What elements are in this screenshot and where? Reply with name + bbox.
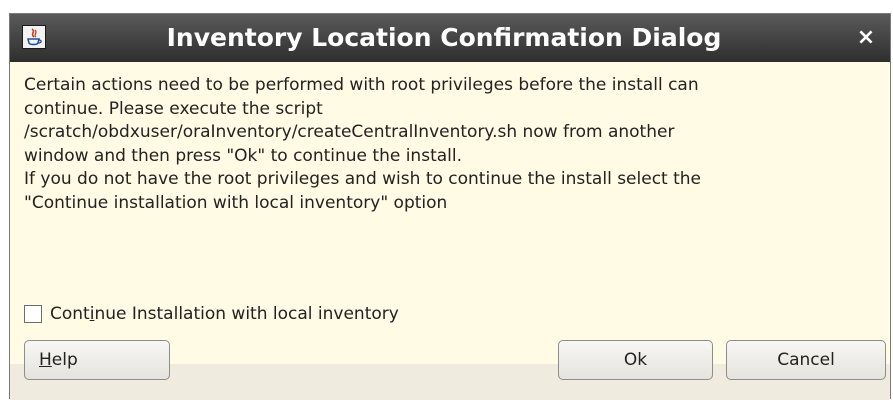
local-inventory-checkbox[interactable] <box>24 305 42 323</box>
local-inventory-option[interactable]: Continue Installation with local invento… <box>24 303 399 325</box>
java-app-icon <box>22 25 46 49</box>
checkbox-label-part: nue Installation with local inventory <box>94 304 399 324</box>
checkbox-label-part: Cont <box>50 304 90 324</box>
button-bar: Help Ok Cancel <box>10 340 890 400</box>
title-bar[interactable]: Inventory Location Confirmation Dialog × <box>10 14 890 62</box>
message-line: If you do not have the root privileges a… <box>24 169 702 190</box>
message-line: /scratch/obdxuser/oraInventory/createCen… <box>24 122 675 143</box>
ok-button[interactable]: Ok <box>558 340 713 380</box>
help-label: elp <box>51 350 78 370</box>
message-line: continue. Please execute the script <box>24 98 323 119</box>
help-mnemonic: H <box>39 350 52 370</box>
close-icon[interactable]: × <box>854 14 878 62</box>
checkbox-label[interactable]: Continue Installation with local invento… <box>50 304 399 324</box>
dialog-title: Inventory Location Confirmation Dialog <box>166 23 722 52</box>
message-text: Certain actions need to be performed wit… <box>24 74 864 216</box>
message-line: "Continue installation with local invent… <box>24 192 448 213</box>
message-line: window and then press "Ok" to continue t… <box>24 145 462 166</box>
message-line: Certain actions need to be performed wit… <box>24 75 699 95</box>
help-button[interactable]: Help <box>24 340 170 380</box>
dialog-window: Inventory Location Confirmation Dialog ×… <box>9 13 891 400</box>
dialog-content: Certain actions need to be performed wit… <box>10 62 890 364</box>
cancel-button[interactable]: Cancel <box>726 340 886 380</box>
